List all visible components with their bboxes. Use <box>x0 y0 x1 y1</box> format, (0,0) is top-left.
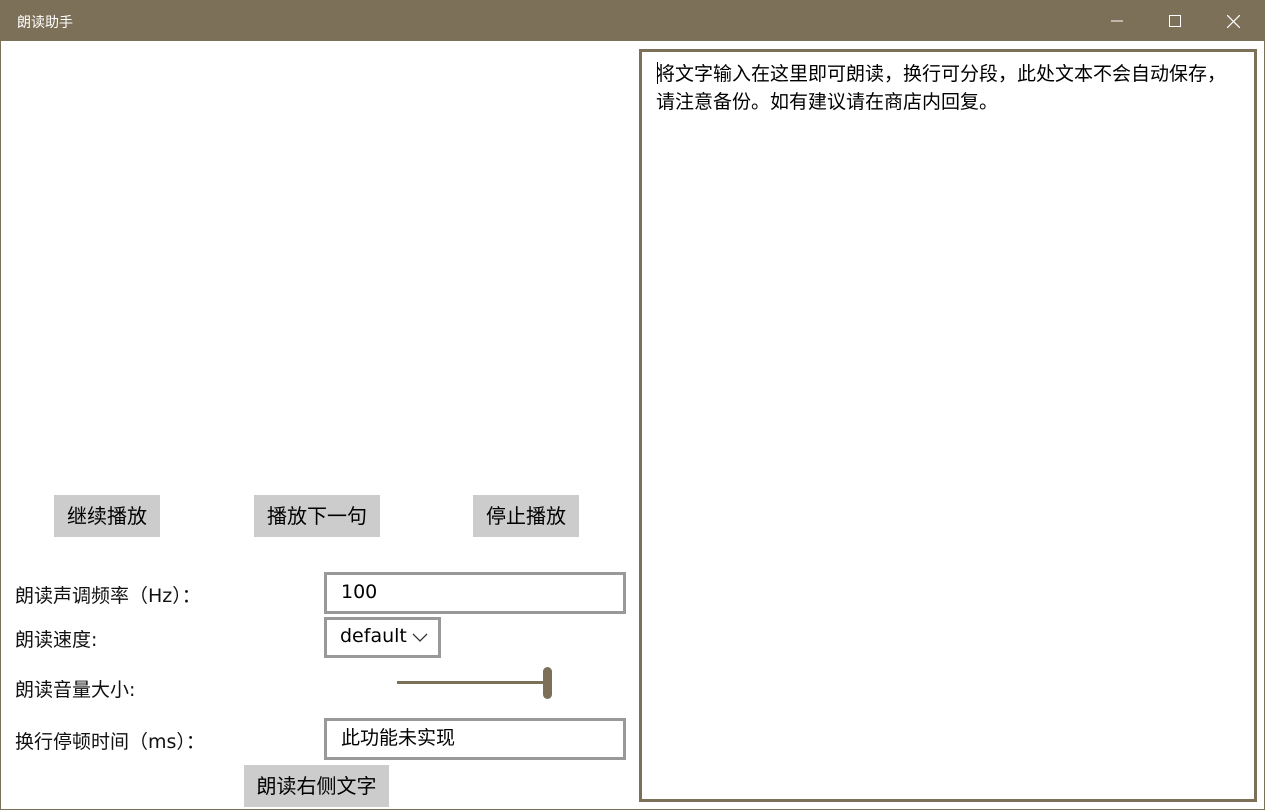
close-icon <box>1227 15 1240 28</box>
minimize-icon <box>1111 20 1123 22</box>
volume-slider[interactable] <box>397 667 555 699</box>
speed-selected-value: default <box>340 625 407 647</box>
volume-slider-thumb[interactable] <box>543 667 552 699</box>
title-bar[interactable]: 朗读助手 <box>1 1 1264 41</box>
maximize-icon <box>1169 15 1181 27</box>
line-pause-label: 换行停顿时间（ms）： <box>15 731 205 753</box>
maximize-button[interactable] <box>1146 1 1204 41</box>
text-input-area[interactable]: 将文字输入在这里即可朗读，换行可分段，此处文本不会自动保存，请注意备份。如有建议… <box>639 49 1257 802</box>
window-title: 朗读助手 <box>17 15 73 31</box>
line-pause-input[interactable]: 此功能未实现 <box>324 718 626 760</box>
play-next-sentence-button[interactable]: 播放下一句 <box>254 495 380 537</box>
pitch-label: 朗读声调频率（Hz）： <box>15 585 201 607</box>
app-window: 朗读助手 继续播放 播放下一句 停止播放 朗读声调频率（Hz）： 100 朗读速… <box>0 0 1265 810</box>
read-right-text-button[interactable]: 朗读右侧文字 <box>244 765 389 807</box>
speed-label: 朗读速度: <box>15 629 98 651</box>
continue-play-button[interactable]: 继续播放 <box>54 495 160 537</box>
close-button[interactable] <box>1204 1 1262 41</box>
pitch-input[interactable]: 100 <box>324 572 626 614</box>
stop-play-button[interactable]: 停止播放 <box>473 495 579 537</box>
text-caret <box>657 62 658 84</box>
editor-text: 将文字输入在这里即可朗读，换行可分段，此处文本不会自动保存，请注意备份。如有建议… <box>656 63 1227 113</box>
minimize-button[interactable] <box>1088 1 1146 41</box>
speed-select[interactable]: default <box>324 617 441 658</box>
volume-label: 朗读音量大小: <box>15 679 136 701</box>
chevron-down-icon <box>412 633 428 642</box>
volume-slider-track <box>397 681 547 684</box>
